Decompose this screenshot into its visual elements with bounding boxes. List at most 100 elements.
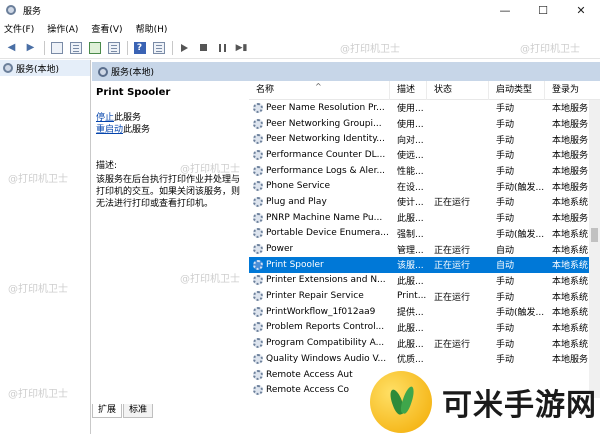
gear-icon — [253, 338, 263, 349]
gear-icon — [253, 181, 263, 192]
table-row[interactable]: Portable Device Enumera... 强制... 手动(触发... 本… — [249, 226, 600, 242]
column-name-label: 名称 — [256, 84, 275, 95]
menu-help[interactable]: 帮助(H) — [136, 22, 168, 35]
gear-icon — [253, 149, 263, 160]
service-description: 使用... — [397, 104, 424, 115]
table-row[interactable]: Problem Reports Control... 此服... 手动 本地系统 — [249, 320, 600, 336]
service-name: PrintWorkflow_1f012aa9 — [266, 306, 376, 317]
service-startup-type: 手动 — [496, 120, 515, 131]
service-startup-type: 手动 — [496, 323, 515, 334]
sort-ascending-icon: ^ — [315, 81, 322, 91]
table-row[interactable]: Program Compatibility A... 此服... 正在运行 手动 本地系… — [249, 335, 600, 351]
table-row[interactable]: Performance Counter DL... 使远... 手动 本地服务 — [249, 147, 600, 163]
menu-bar: 文件(F) 操作(A) 查看(V) 帮助(H) — [0, 20, 600, 37]
service-name: Performance Counter DL... — [266, 149, 386, 160]
table-row[interactable]: Peer Name Resolution Pr... 使用... 手动 本地服务 — [249, 100, 600, 116]
service-name-cell: Printer Extensions and N... — [249, 275, 390, 286]
maximize-button[interactable]: ☐ — [524, 0, 562, 20]
tab-standard[interactable]: 标准 — [123, 404, 154, 418]
service-startup-type: 手动 — [496, 167, 515, 178]
table-row[interactable]: Printer Repair Service Print... 正在运行 手动 本地系统 — [249, 288, 600, 304]
selected-service-name: Print Spooler — [96, 87, 171, 98]
stop-service-link[interactable]: 停止 — [96, 113, 114, 123]
service-description: 使计... — [397, 198, 424, 209]
refresh-icon[interactable] — [86, 40, 103, 56]
table-row[interactable]: Plug and Play 使计... 正在运行 手动 本地系统 — [249, 194, 600, 210]
service-name: Problem Reports Control... — [266, 322, 385, 333]
gear-icon — [253, 306, 263, 317]
restart-service-link[interactable]: 重启动 — [96, 125, 123, 135]
service-name-cell: Peer Networking Identity... — [249, 134, 390, 145]
table-row[interactable]: PrintWorkflow_1f012aa9 提供... 手动(触发... 本地系统 — [249, 304, 600, 320]
pause-service-icon[interactable] — [214, 40, 231, 56]
service-name-cell: PNRP Machine Name Pu... — [249, 212, 390, 223]
forward-arrow-icon[interactable]: ▶ — [22, 40, 39, 56]
table-row[interactable]: Power 管理... 正在运行 自动 本地系统 — [249, 241, 600, 257]
service-startup-type: 手动(触发... — [496, 229, 545, 240]
service-startup-type: 手动 — [496, 339, 515, 350]
service-description: 此服... — [397, 323, 424, 334]
service-startup-type: 手动 — [496, 292, 515, 303]
export-list-icon[interactable] — [105, 40, 122, 56]
table-row[interactable]: Performance Logs & Aler... 性能... 手动 本地服务 — [249, 163, 600, 179]
table-row[interactable]: Printer Extensions and N... 此服... 手动 本地系统 — [249, 273, 600, 289]
help-icon[interactable]: ? — [131, 40, 148, 56]
menu-file[interactable]: 文件(F) — [4, 22, 34, 35]
table-row[interactable]: Peer Networking Groupi... 使用... 手动 本地服务 — [249, 116, 600, 132]
vertical-scrollbar[interactable] — [589, 100, 600, 398]
service-status: 正在运行 — [434, 292, 471, 303]
gear-icon — [253, 275, 263, 286]
column-header-startup-type[interactable]: 启动类型 — [489, 81, 545, 100]
table-row[interactable]: PNRP Machine Name Pu... 此服... 手动 本地服务 — [249, 210, 600, 226]
service-name-cell: Remote Access Aut — [249, 369, 390, 380]
tree-item-label: 服务(本地) — [16, 64, 60, 75]
service-name-cell: Performance Logs & Aler... — [249, 165, 390, 176]
close-button[interactable]: ✕ — [562, 0, 600, 20]
window-controls: — ☐ ✕ — [486, 0, 600, 20]
service-name-cell: Program Compatibility A... — [249, 338, 390, 349]
back-arrow-icon[interactable]: ◀ — [3, 40, 20, 56]
service-name: Printer Extensions and N... — [266, 275, 386, 286]
services-pane-header: 服务(本地) — [92, 62, 600, 81]
table-row[interactable]: Quality Windows Audio V... 优质... 手动 本地服务 — [249, 351, 600, 367]
tree-item-services-local[interactable]: 服务(本地) — [0, 60, 90, 76]
menu-view[interactable]: 查看(V) — [91, 22, 122, 35]
gear-icon — [253, 244, 263, 255]
service-startup-type: 自动 — [496, 261, 515, 272]
minimize-button[interactable]: — — [486, 0, 524, 20]
menu-action[interactable]: 操作(A) — [47, 22, 78, 35]
restart-service-line: 重启动此服务 — [96, 124, 244, 136]
table-row[interactable]: Phone Service 在设... 手动(触发... 本地服务 — [249, 178, 600, 194]
stop-service-icon[interactable] — [195, 40, 212, 56]
service-name: Peer Name Resolution Pr... — [266, 102, 385, 113]
start-service-icon[interactable] — [176, 40, 193, 56]
properties-icon[interactable] — [67, 40, 84, 56]
gear-icon — [253, 353, 263, 364]
gear-icon — [253, 102, 263, 113]
services-table: 名称 ^ 描述 状态 启动类型 登录为 Peer Name Resolution… — [249, 81, 600, 398]
service-description: 此服... — [397, 339, 424, 350]
service-description: 向对... — [397, 135, 424, 146]
column-header-status[interactable]: 状态 — [427, 81, 489, 100]
gear-icon — [253, 165, 263, 176]
table-row[interactable]: Peer Networking Identity... 向对... 手动 本地服务 — [249, 131, 600, 147]
column-header-logon-as[interactable]: 登录为 — [545, 81, 600, 100]
service-description: 使远... — [397, 151, 424, 162]
show-hide-tree-icon[interactable] — [48, 40, 65, 56]
service-startup-type: 自动 — [496, 245, 515, 256]
description-text: 该服务在后台执行打印作业并处理与打印机的交互。如果关闭该服务，则无法进行打印或查… — [96, 175, 241, 209]
gear-icon — [253, 291, 263, 302]
service-name: Plug and Play — [266, 196, 327, 207]
toolbar-divider — [127, 40, 128, 55]
column-header-description[interactable]: 描述 — [390, 81, 427, 100]
column-header-name[interactable]: 名称 ^ — [249, 81, 390, 100]
title-bar: 服务 — ☐ ✕ — [0, 0, 600, 20]
service-description: 优质... — [397, 355, 424, 366]
console-icon[interactable] — [150, 40, 167, 56]
restart-service-icon[interactable]: ▶▮ — [233, 40, 250, 56]
tab-extended[interactable]: 扩展 — [92, 404, 123, 418]
scrollbar-thumb[interactable] — [591, 228, 598, 242]
table-row-selected[interactable]: Print Spooler 该服... 正在运行 自动 本地系统 — [249, 256, 600, 273]
service-name-cell: Power — [249, 244, 390, 255]
service-startup-type: 手动(触发... — [496, 308, 545, 319]
